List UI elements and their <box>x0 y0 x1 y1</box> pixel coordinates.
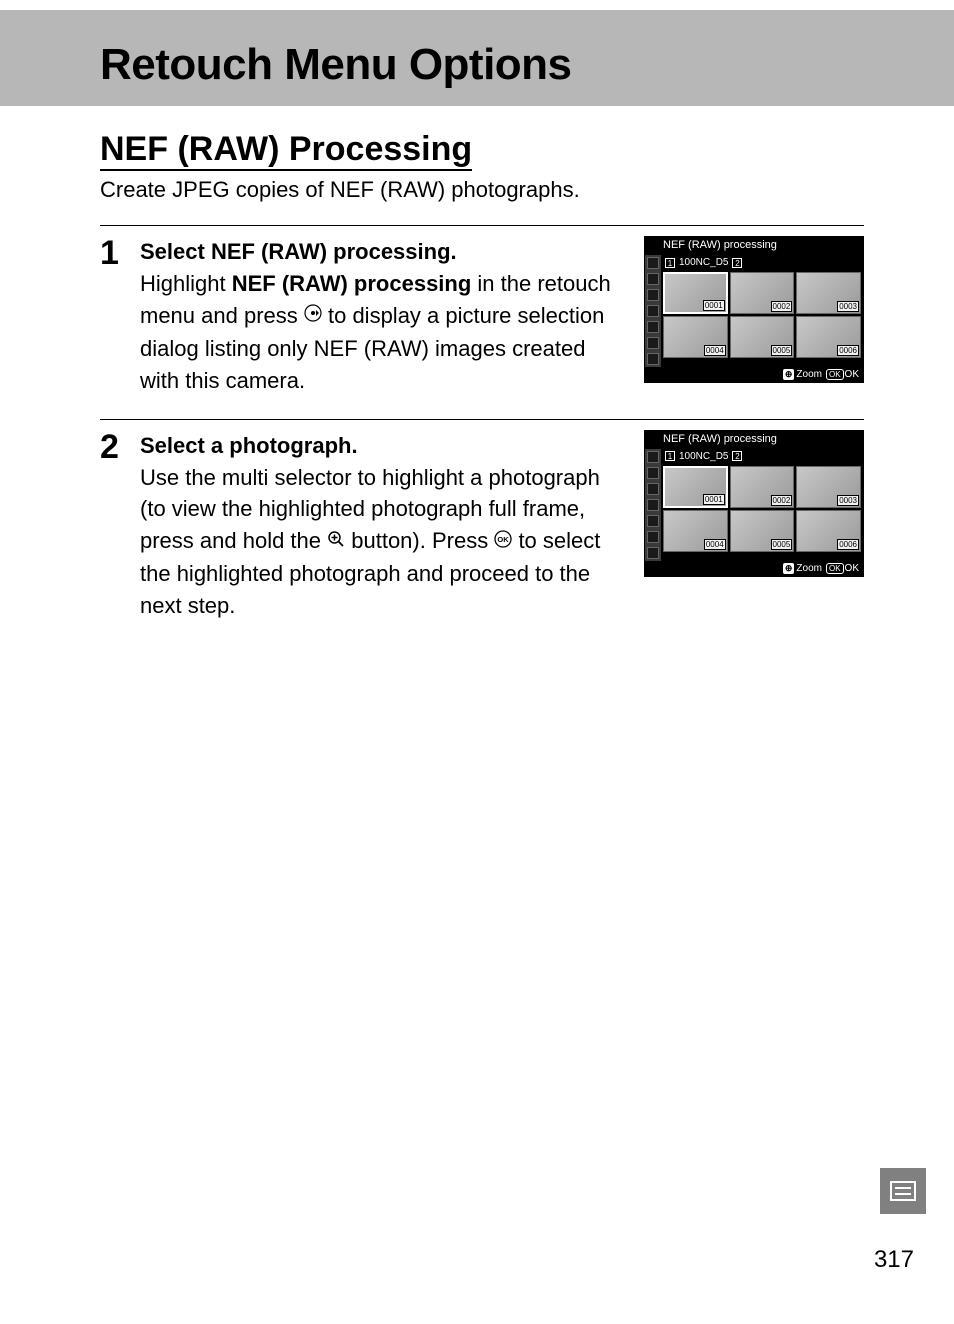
pencil-icon <box>647 499 659 511</box>
thumbnail: 0004 <box>663 316 728 358</box>
lcd-title: NEF (RAW) processing <box>645 237 863 255</box>
play-icon <box>647 451 659 463</box>
zoom-icon: ⊕ <box>783 563 795 574</box>
title-bar: Retouch Menu Options <box>0 10 954 106</box>
step-text: Select a photograph. Use the multi selec… <box>140 430 630 623</box>
thumb-num: 0001 <box>703 494 725 505</box>
thumbnail: 0005 <box>730 316 795 358</box>
thumb-num: 0004 <box>704 539 726 550</box>
card-slot-2-icon: 2 <box>732 451 742 461</box>
multi-selector-right-icon <box>304 299 322 331</box>
thumb-num: 0005 <box>771 539 793 550</box>
thumbnail: 0003 <box>796 466 861 508</box>
thumb-num: 0004 <box>704 345 726 356</box>
pencil-icon <box>647 305 659 317</box>
lcd-title: NEF (RAW) processing <box>645 431 863 449</box>
thumb-num: 0001 <box>703 300 725 311</box>
lcd-sidebar <box>645 255 661 367</box>
card-slot-2-icon: 2 <box>732 258 742 268</box>
magnify-plus-icon <box>327 525 345 557</box>
step1-body-prefix: Highlight <box>140 271 232 296</box>
ok-button-icon: OK <box>494 525 512 557</box>
thumb-num: 0006 <box>837 539 859 550</box>
step1-body-bold: NEF (RAW) processing <box>232 271 472 296</box>
step-2: 2 Select a photograph. Use the multi sel… <box>100 430 864 623</box>
thumbnail: 0004 <box>663 510 728 552</box>
step-1: 1 Select NEF (RAW) processing. Highlight… <box>100 236 864 397</box>
step-head-bold: NEF (RAW) processing. <box>211 239 457 264</box>
thumb-num: 0002 <box>771 301 793 312</box>
wrench-icon <box>647 515 659 527</box>
zoom-label: Zoom <box>796 563 822 574</box>
step-number: 2 <box>100 430 128 464</box>
zoom-icon: ⊕ <box>783 369 795 380</box>
thumb-num: 0006 <box>837 345 859 356</box>
film-icon <box>647 289 659 301</box>
lcd-folder-row: 1 100NC_D5 2 <box>661 449 863 464</box>
step-head-prefix: Select <box>140 239 211 264</box>
thumb-num: 0003 <box>837 495 859 506</box>
camera-icon <box>647 467 659 479</box>
card-slot-1-icon: 1 <box>665 258 675 268</box>
thumbnail: 0006 <box>796 510 861 552</box>
step-number: 1 <box>100 236 128 270</box>
zoom-label: Zoom <box>796 369 822 380</box>
retouch-icon <box>647 531 659 543</box>
section-heading: NEF (RAW) Processing <box>100 130 472 171</box>
ok-label: OK <box>845 563 859 574</box>
thumb-num: 0005 <box>771 345 793 356</box>
ok-pill-icon: OK <box>826 369 844 380</box>
film-icon <box>647 483 659 495</box>
camera-icon <box>647 273 659 285</box>
thumbnail: 0001 <box>663 466 728 508</box>
mymenu-icon <box>647 353 659 365</box>
wrench-icon <box>647 321 659 333</box>
section-intro: Create JPEG copies of NEF (RAW) photogra… <box>100 177 864 203</box>
ok-pill-icon: OK <box>826 563 844 574</box>
mymenu-icon <box>647 547 659 559</box>
divider <box>100 419 864 420</box>
lcd-preview-1: NEF (RAW) processing 1 100 <box>644 236 864 383</box>
thumbnail-grid: 0001 0002 0003 0004 0005 0006 <box>661 270 863 360</box>
step2-body-b: button). Press <box>345 528 494 553</box>
thumb-num: 0002 <box>771 495 793 506</box>
content-area: NEF (RAW) Processing Create JPEG copies … <box>0 106 954 622</box>
thumbnail: 0002 <box>730 272 795 314</box>
step2-head: Select a photograph. <box>140 433 358 458</box>
thumbnail-grid: 0001 0002 0003 0004 0005 0006 <box>661 464 863 554</box>
lcd-footer: ⊕Zoom OKOK <box>645 367 863 382</box>
retouch-tab-icon <box>880 1168 926 1214</box>
thumbnail: 0005 <box>730 510 795 552</box>
page-number: 317 <box>874 1246 914 1274</box>
svg-text:OK: OK <box>498 535 510 544</box>
divider <box>100 225 864 226</box>
play-icon <box>647 257 659 269</box>
ok-label: OK <box>845 369 859 380</box>
thumbnail: 0001 <box>663 272 728 314</box>
card-slot-1-icon: 1 <box>665 451 675 461</box>
thumbnail: 0002 <box>730 466 795 508</box>
thumb-num: 0003 <box>837 301 859 312</box>
lcd-footer: ⊕Zoom OKOK <box>645 561 863 576</box>
lcd-folder-row: 1 100NC_D5 2 <box>661 255 863 270</box>
thumbnail: 0006 <box>796 316 861 358</box>
lcd-folder-name: 100NC_D5 <box>679 451 728 462</box>
thumbnail: 0003 <box>796 272 861 314</box>
lcd-folder-name: 100NC_D5 <box>679 257 728 268</box>
retouch-icon <box>647 337 659 349</box>
step-text: Select NEF (RAW) processing. Highlight N… <box>140 236 630 397</box>
lcd-preview-2: NEF (RAW) processing 1 100 <box>644 430 864 577</box>
page-title: Retouch Menu Options <box>100 40 954 90</box>
lcd-sidebar <box>645 449 661 561</box>
